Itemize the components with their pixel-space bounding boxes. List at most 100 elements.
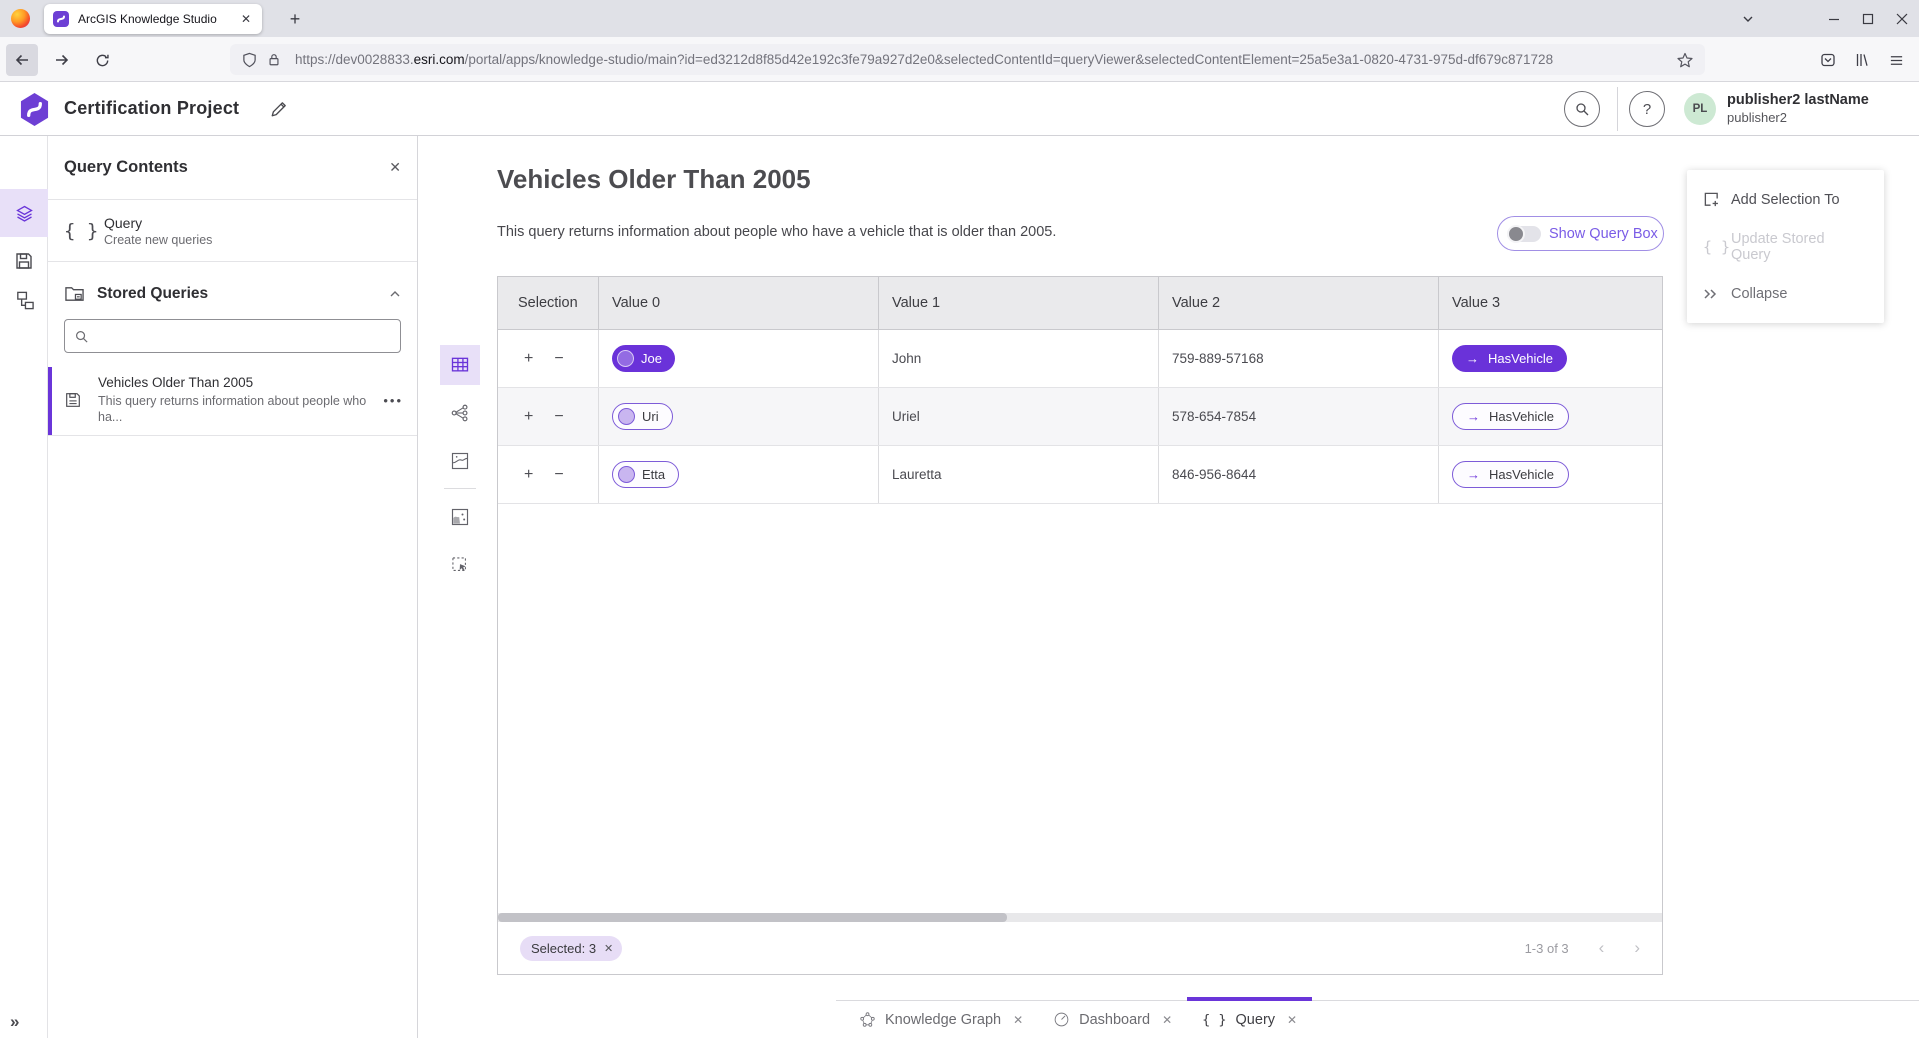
- browser-tab[interactable]: ArcGIS Knowledge Studio ✕: [44, 4, 262, 34]
- previous-page-icon[interactable]: ‹: [1599, 938, 1605, 958]
- column-header-value3[interactable]: Value 3: [1439, 277, 1662, 329]
- select-tool-button[interactable]: [440, 545, 480, 585]
- stored-queries-searchbox[interactable]: [64, 319, 401, 353]
- content-tab-bar: Knowledge Graph ✕ Dashboard ✕ { } Query …: [836, 1000, 1919, 1038]
- panel-title: Query Contents: [64, 158, 389, 177]
- add-to-selection-icon[interactable]: +: [524, 350, 533, 368]
- window-close-button[interactable]: [1885, 0, 1919, 37]
- cell-value1: Lauretta: [892, 467, 942, 482]
- search-icon: [74, 329, 89, 344]
- query-description: This query returns information about peo…: [497, 224, 1056, 240]
- new-tab-button[interactable]: +: [282, 6, 308, 32]
- firefox-logo-icon[interactable]: [11, 9, 30, 28]
- cell-value2: 759-889-57168: [1172, 351, 1264, 366]
- show-query-box-toggle[interactable]: Show Query Box: [1497, 216, 1664, 251]
- add-to-map-button[interactable]: [440, 497, 480, 537]
- table-row[interactable]: + − Joe John 759-889-57168 →HasVehicle: [498, 330, 1662, 388]
- clear-selection-icon[interactable]: ✕: [604, 942, 613, 955]
- close-tab-icon[interactable]: ✕: [1162, 1013, 1172, 1027]
- new-query-item[interactable]: { } Query Create new queries: [48, 200, 417, 262]
- stored-query-item[interactable]: Vehicles Older Than 2005 This query retu…: [48, 367, 417, 436]
- layers-view-button[interactable]: [0, 189, 48, 237]
- query-title: Vehicles Older Than 2005: [497, 164, 811, 195]
- column-header-value1[interactable]: Value 1: [879, 277, 1159, 329]
- selected-count-chip[interactable]: Selected: 3 ✕: [520, 936, 622, 961]
- lock-icon[interactable]: [267, 52, 281, 67]
- column-header-value2[interactable]: Value 2: [1159, 277, 1439, 329]
- tab-query[interactable]: { } Query ✕: [1187, 1001, 1312, 1038]
- cell-value1: Uriel: [892, 409, 920, 424]
- table-row[interactable]: + − Uri Uriel 578-654-7854 →HasVehicle: [498, 388, 1662, 446]
- browser-navbar: https://dev0028833.esri.com/portal/apps/…: [0, 37, 1919, 82]
- link-chart-view-button[interactable]: [440, 393, 480, 433]
- list-tabs-icon[interactable]: [1731, 0, 1765, 37]
- remove-from-selection-icon[interactable]: −: [554, 466, 563, 484]
- save-icon[interactable]: [0, 237, 48, 285]
- tab-knowledge-graph[interactable]: Knowledge Graph ✕: [844, 1001, 1038, 1038]
- back-button[interactable]: [6, 44, 38, 76]
- help-button[interactable]: ?: [1629, 91, 1665, 127]
- tracking-shield-icon[interactable]: [242, 52, 257, 68]
- entity-pill[interactable]: Etta: [612, 461, 679, 488]
- panel-close-icon[interactable]: ✕: [389, 159, 401, 176]
- menu-hamburger-icon[interactable]: [1879, 44, 1913, 76]
- table-empty-area: [498, 504, 1662, 913]
- forward-button[interactable]: [46, 44, 78, 76]
- menu-item-add-selection-to[interactable]: Add Selection To: [1687, 176, 1884, 223]
- stored-queries-section[interactable]: Stored Queries: [48, 284, 417, 303]
- table-row[interactable]: + − Etta Lauretta 846-956-8644 →HasVehic…: [498, 446, 1662, 504]
- pagination-range: 1-3 of 3: [1525, 941, 1569, 956]
- window-maximize-button[interactable]: [1851, 0, 1885, 37]
- relationship-pill[interactable]: →HasVehicle: [1452, 345, 1567, 372]
- close-tab-icon[interactable]: ✕: [1013, 1013, 1023, 1027]
- user-name: publisher2 lastName: [1727, 92, 1869, 109]
- relationship-pill[interactable]: →HasVehicle: [1452, 461, 1569, 488]
- entity-pill[interactable]: Uri: [612, 403, 673, 430]
- bookmark-star-icon[interactable]: [1677, 52, 1693, 68]
- url-bar[interactable]: https://dev0028833.esri.com/portal/apps/…: [230, 44, 1705, 75]
- remove-from-selection-icon[interactable]: −: [554, 408, 563, 426]
- edit-title-icon[interactable]: [270, 100, 288, 118]
- horizontal-scrollbar[interactable]: [498, 913, 1662, 922]
- next-page-icon[interactable]: ›: [1634, 938, 1640, 958]
- window-minimize-button[interactable]: [1817, 0, 1851, 37]
- tab-dashboard[interactable]: Dashboard ✕: [1038, 1001, 1187, 1038]
- user-avatar[interactable]: PL: [1684, 93, 1716, 125]
- tab-title: ArcGIS Knowledge Studio: [78, 12, 239, 26]
- scrollbar-thumb[interactable]: [498, 913, 1007, 922]
- entity-dot-icon: [617, 350, 634, 367]
- arcgis-knowledge-logo: [19, 92, 50, 127]
- toggle-switch[interactable]: [1507, 226, 1541, 242]
- arrow-right-icon: →: [1466, 351, 1479, 366]
- header-divider: [1617, 87, 1618, 131]
- column-header-value0[interactable]: Value 0: [599, 277, 879, 329]
- expand-rail-icon[interactable]: »: [10, 1012, 19, 1032]
- braces-icon: { }: [64, 220, 104, 242]
- url-text[interactable]: https://dev0028833.esri.com/portal/apps/…: [295, 52, 1669, 67]
- stored-query-options-icon[interactable]: •••: [383, 393, 403, 408]
- menu-item-collapse[interactable]: Collapse: [1687, 270, 1884, 317]
- tab-close-icon[interactable]: ✕: [239, 12, 253, 26]
- remove-from-selection-icon[interactable]: −: [554, 350, 563, 368]
- pocket-icon[interactable]: [1811, 44, 1845, 76]
- add-to-selection-icon[interactable]: +: [524, 408, 533, 426]
- collapse-chevrons-icon: [1703, 287, 1731, 301]
- selection-context-menu: Add Selection To { } Update Stored Query…: [1687, 170, 1884, 323]
- add-to-selection-icon[interactable]: +: [524, 466, 533, 484]
- arrow-right-icon: →: [1467, 409, 1480, 424]
- reload-button[interactable]: [86, 44, 118, 76]
- collapse-section-chevron-icon[interactable]: [389, 288, 401, 300]
- close-tab-icon[interactable]: ✕: [1287, 1013, 1297, 1027]
- entity-pill[interactable]: Joe: [612, 345, 675, 372]
- header-search-button[interactable]: [1564, 91, 1600, 127]
- menu-item-update-stored-query[interactable]: { } Update Stored Query: [1687, 223, 1884, 270]
- user-info[interactable]: publisher2 lastName publisher2: [1727, 92, 1869, 126]
- library-icon[interactable]: [1845, 44, 1879, 76]
- map-view-button[interactable]: [440, 441, 480, 481]
- stored-queries-search-input[interactable]: [97, 329, 391, 344]
- column-header-selection[interactable]: Selection: [498, 277, 599, 329]
- knowledge-graph-icon: [859, 1011, 876, 1028]
- relationship-pill[interactable]: →HasVehicle: [1452, 403, 1569, 430]
- results-table: Selection Value 0 Value 1 Value 2 Value …: [497, 276, 1663, 975]
- table-view-button[interactable]: [440, 345, 480, 385]
